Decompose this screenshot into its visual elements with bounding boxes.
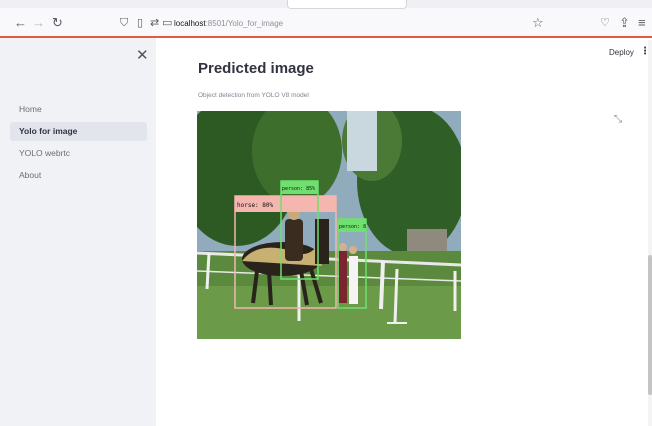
back-icon[interactable]: ← [14,16,27,30]
tab-icon: ▭ [162,17,173,29]
close-sidebar-icon[interactable]: ✕ [136,46,149,64]
sidebar-item-yolo-for-image[interactable]: Yolo for image [10,122,147,141]
active-tab[interactable] [287,0,407,9]
person [339,251,347,303]
permissions-icon[interactable]: ⇄ [150,16,159,30]
sidebar-item-yolo-webrtc[interactable]: YOLO webrtc [10,144,147,163]
extensions-icon[interactable]: ⇪ [619,16,630,30]
url-path: :8501/Yolo_for_image [205,19,284,28]
page-title: Predicted image [198,60,314,77]
url-host: localhost [174,19,206,28]
forward-icon[interactable]: → [32,16,45,30]
sidebar-item-about[interactable]: About [10,166,147,185]
menu-icon[interactable]: ≡ [638,16,646,30]
horse-label: horse: 80% [237,202,274,209]
pocket-icon[interactable]: ♡ [600,16,610,30]
bookmark-star-icon[interactable]: ☆ [532,16,544,30]
image-caption: Object detection from YOLO V8 model [198,92,309,99]
scrollbar-thumb[interactable] [648,255,652,395]
sidebar: ✕ [0,38,156,426]
person-label: person: 8 [339,224,366,230]
sidebar-item-home[interactable]: Home [10,100,147,119]
shield-icon[interactable]: ⛉ [120,16,128,30]
person-label: person: 85% [282,186,315,192]
deploy-button[interactable]: Deploy [609,48,634,57]
person [349,256,358,304]
page-icon[interactable]: ▯ [137,16,143,30]
url-text[interactable]: localhost:8501/Yolo_for_image [174,19,283,28]
fullscreen-icon[interactable]: ⤡ [614,114,622,125]
predicted-image: horse: 80% person: 85% person: 8 [197,111,461,339]
rider [285,219,303,261]
reload-icon[interactable]: ↻ [52,16,63,30]
